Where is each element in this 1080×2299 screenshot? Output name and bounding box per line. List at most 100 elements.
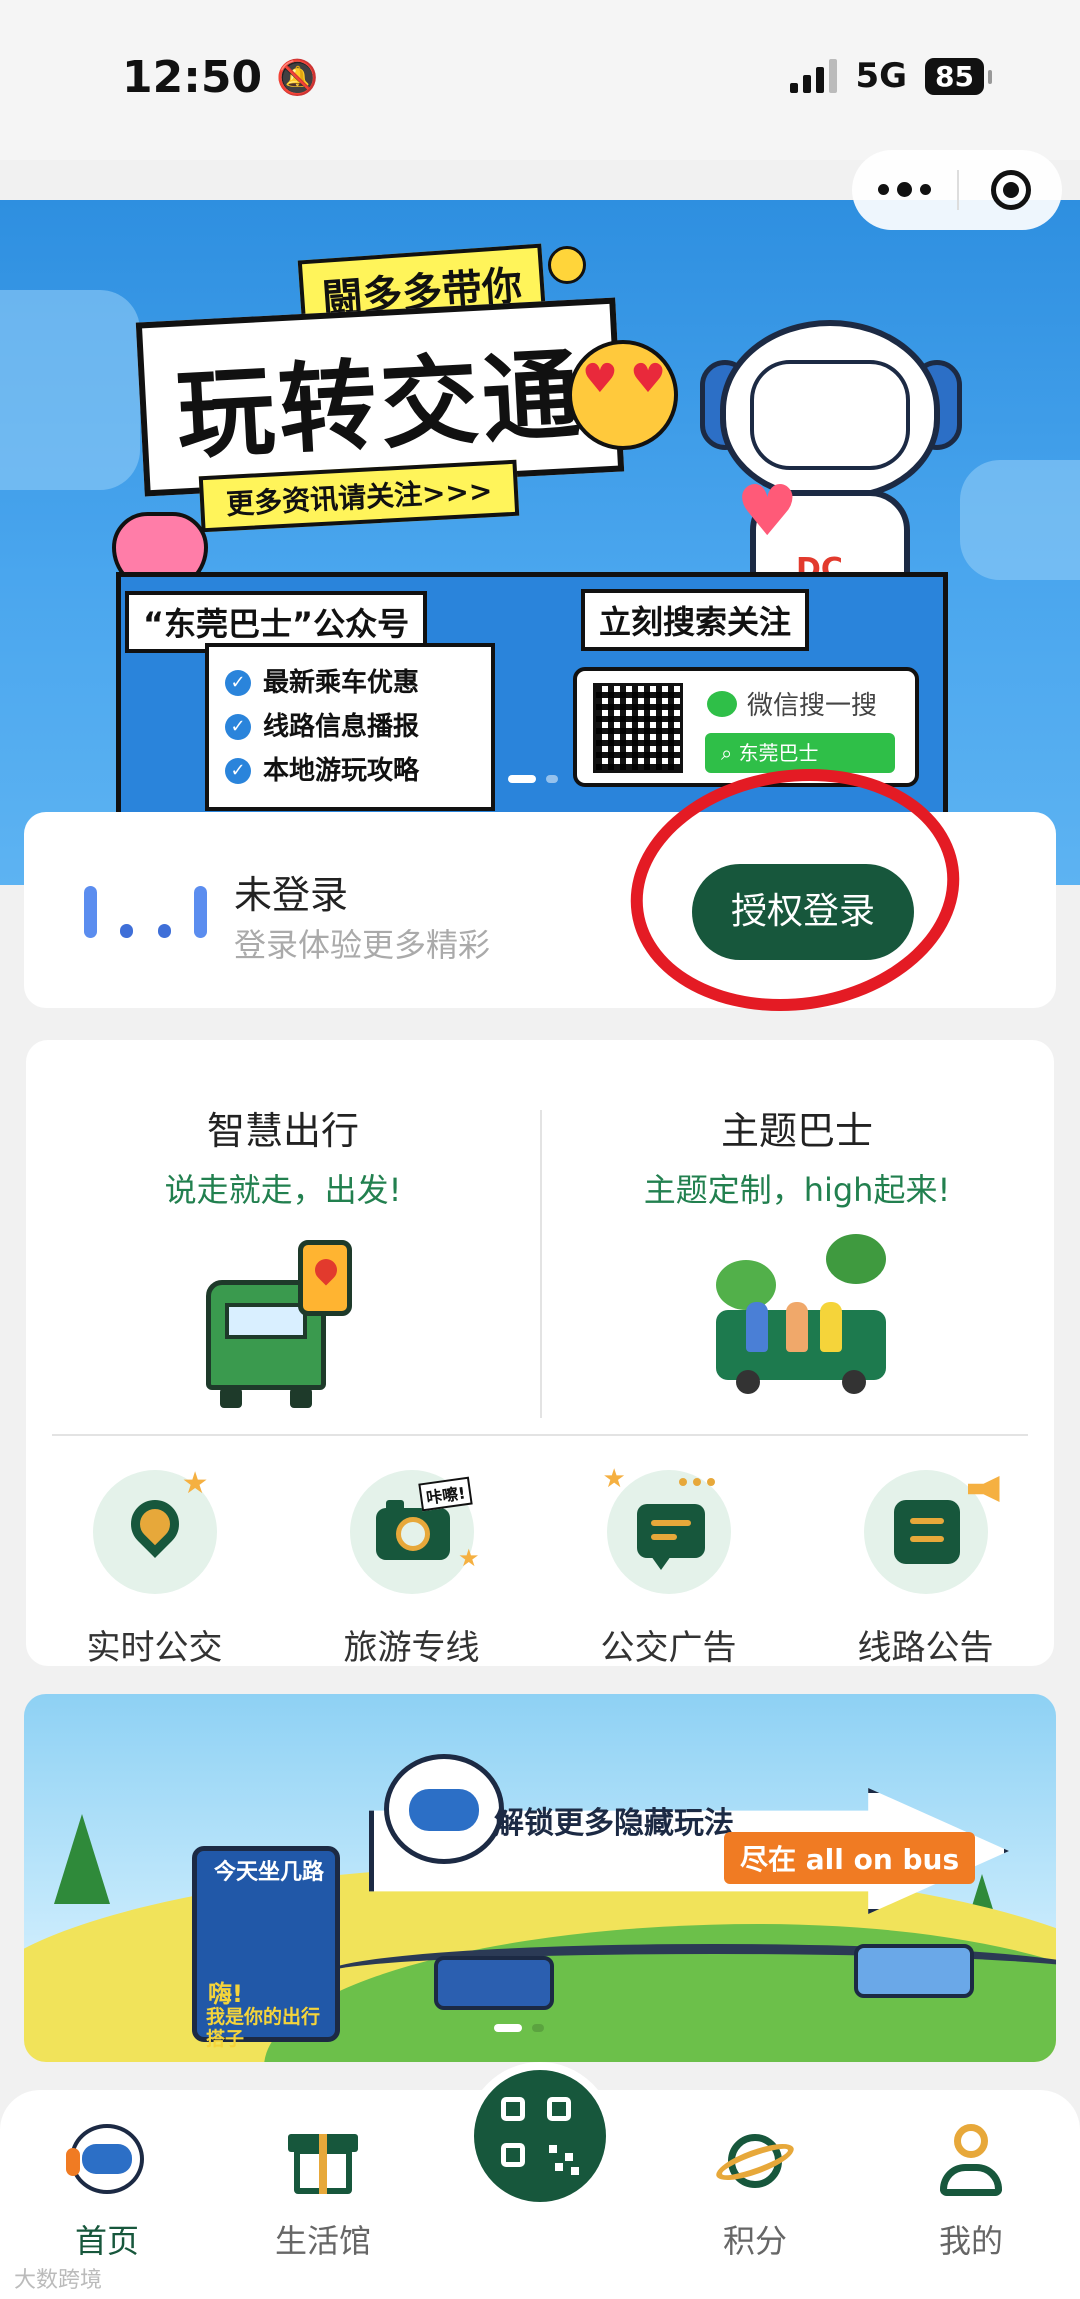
search-bar: ⌕ 东莞巴士 [705,733,895,773]
bus-ads-label: 公交广告 [600,1628,737,1668]
mute-bell-icon: 🔕 [276,57,319,98]
wechat-search-label: 微信搜一搜 [707,685,877,722]
home-mascot-icon [66,2120,148,2202]
phone-icon [298,1240,352,1316]
signal-icon [790,59,838,93]
announcement-icon [893,1500,960,1564]
theme-bus-illustration [716,1220,906,1410]
search-icon: ⌕ [721,741,739,765]
status-bar: 12:50 🔕 5G 85 [0,0,1080,160]
tree-decoration [54,1814,110,1904]
cloud-decoration [0,290,140,490]
realtime-bus-label: 实时公交 [86,1628,223,1668]
star-icon: ★ [181,1466,209,1501]
star-icon: ★ [457,1544,480,1572]
status-time: 12:50 🔕 [122,52,318,103]
tab-mine[interactable]: 我的 [896,2120,1046,2262]
login-status: 未登录 [234,873,349,917]
pagination-dot [546,775,558,783]
watermark: 大数跨境 [14,2268,103,2293]
tab-points[interactable]: 积分 [680,2120,830,2262]
pagination-dot [508,775,536,783]
close-miniprogram-icon[interactable] [959,170,1062,210]
tab-label: 积分 [722,2222,787,2260]
bus-phone-illustration [206,1240,366,1410]
bus-ads-entry[interactable]: ★ 公交广告 [540,1464,797,1669]
lightbulb-icon [548,246,586,284]
pagination-dot [494,2024,522,2032]
search-tag: 立刻搜索关注 [581,589,810,651]
benefit-item: 线路信息播报 [225,705,475,749]
pagination-dot [532,2024,544,2032]
login-card: 未登录 登录体验更多精彩 授权登录 [24,812,1056,1008]
sign-text: 我是你的出行搭子 [206,2006,321,2050]
route-notice-label: 线路公告 [857,1628,994,1668]
more-menu-icon[interactable] [852,181,957,197]
banner-pagination [494,2024,544,2032]
tab-lifestyle[interactable]: 生活馆 [248,2120,398,2262]
services-card: 智慧出行 说走就走，出发! 主题巴士 主题定制，high起来! ★ 实时公交 咔… [26,1040,1054,1669]
tab-label: 首页 [74,2222,139,2260]
robot-mascot [384,1754,504,1864]
banner-pagination [508,775,558,783]
qr-box: 微信搜一搜 ⌕ 东莞巴士 [573,667,919,787]
qr-code-icon [593,683,683,773]
wechat-icon [707,690,737,717]
icon-bubble [863,1470,1000,1594]
cloud-decoration [960,460,1080,580]
tab-home[interactable]: 首页 [32,2120,182,2262]
quick-entry-row: ★ 实时公交 咔嚓! ★ 旅游专线 ★ 公交广告 线路公告 [26,1464,1054,1669]
smart-travel-entry[interactable]: 智慧出行 说走就走，出发! [26,1100,540,1211]
sign-greeting: 嗨! [208,1980,243,2008]
banner-pill: 尽在 all on bus [724,1832,976,1884]
sign-title: 今天坐几路 [214,1860,325,1885]
benefit-item: 最新乘车优惠 [225,661,475,705]
bus-icon [434,1956,554,2010]
dots-decoration [678,1478,715,1486]
qr-scan-icon [501,2097,579,2175]
promo-banner[interactable]: 闘多多带你 玩转交通 更多资讯请关注>>> ♥ DC “东莞巴士”公众号 立刻搜… [0,200,1080,885]
robot-face [750,360,910,470]
bus-icon [854,1944,974,1998]
route-notice-entry[interactable]: 线路公告 [797,1470,1054,1669]
icon-bubble: ★ [603,1464,731,1594]
search-term: 东莞巴士 [738,741,819,765]
authorize-login-button[interactable]: 授权登录 [692,864,914,960]
location-pin-icon [120,1490,189,1558]
user-icon [930,2120,1012,2202]
realtime-bus-entry[interactable]: ★ 实时公交 [26,1466,283,1669]
planet-icon [712,2120,798,2202]
smart-travel-title: 智慧出行 [206,1109,359,1153]
smart-travel-subtitle: 说走就走，出发! [164,1171,402,1209]
tab-label: 我的 [938,2222,1003,2260]
tour-line-entry[interactable]: 咔嚓! ★ 旅游专线 [283,1470,540,1669]
banner-headline: 解锁更多隐藏玩法 [494,1806,734,1841]
divider [52,1434,1028,1436]
theme-bus-entry[interactable]: 主题巴士 主题定制，high起来! [540,1100,1054,1211]
gift-icon [282,2120,364,2202]
status-indicators: 5G 85 [790,56,992,96]
wechat-search-text: 微信搜一搜 [747,691,878,721]
camera-tag: 咔嚓! [417,1476,473,1512]
heart-icon: ♥ [736,470,799,552]
clock-text: 12:50 [122,52,263,103]
qr-scan-button[interactable] [466,2062,614,2210]
benefit-list: 最新乘车优惠 线路信息播报 本地游玩攻略 [205,643,495,811]
icon-bubble: ★ [92,1466,217,1594]
miniprogram-capsule [852,150,1062,230]
icon-bubble: 咔嚓! ★ [349,1470,480,1594]
theme-bus-title: 主题巴士 [720,1109,873,1153]
theme-bus-subtitle: 主题定制，high起来! [643,1171,951,1209]
benefit-item: 本地游玩攻略 [225,749,475,793]
tab-label: 生活馆 [274,2222,371,2260]
chat-icon [636,1504,705,1570]
battery-icon: 85 [925,57,992,95]
network-label: 5G [855,56,908,96]
heart-eyes-emoji-icon [568,340,678,450]
app-logo-icon [82,878,212,938]
camera-icon [375,1500,450,1560]
activity-banner[interactable]: 解锁更多隐藏玩法 尽在 all on bus 今天坐几路 嗨! 我是你的出行搭子 [24,1694,1056,2062]
login-hint: 登录体验更多精彩 [234,926,491,964]
star-icon: ★ [602,1464,626,1494]
megaphone-icon [967,1476,1000,1502]
